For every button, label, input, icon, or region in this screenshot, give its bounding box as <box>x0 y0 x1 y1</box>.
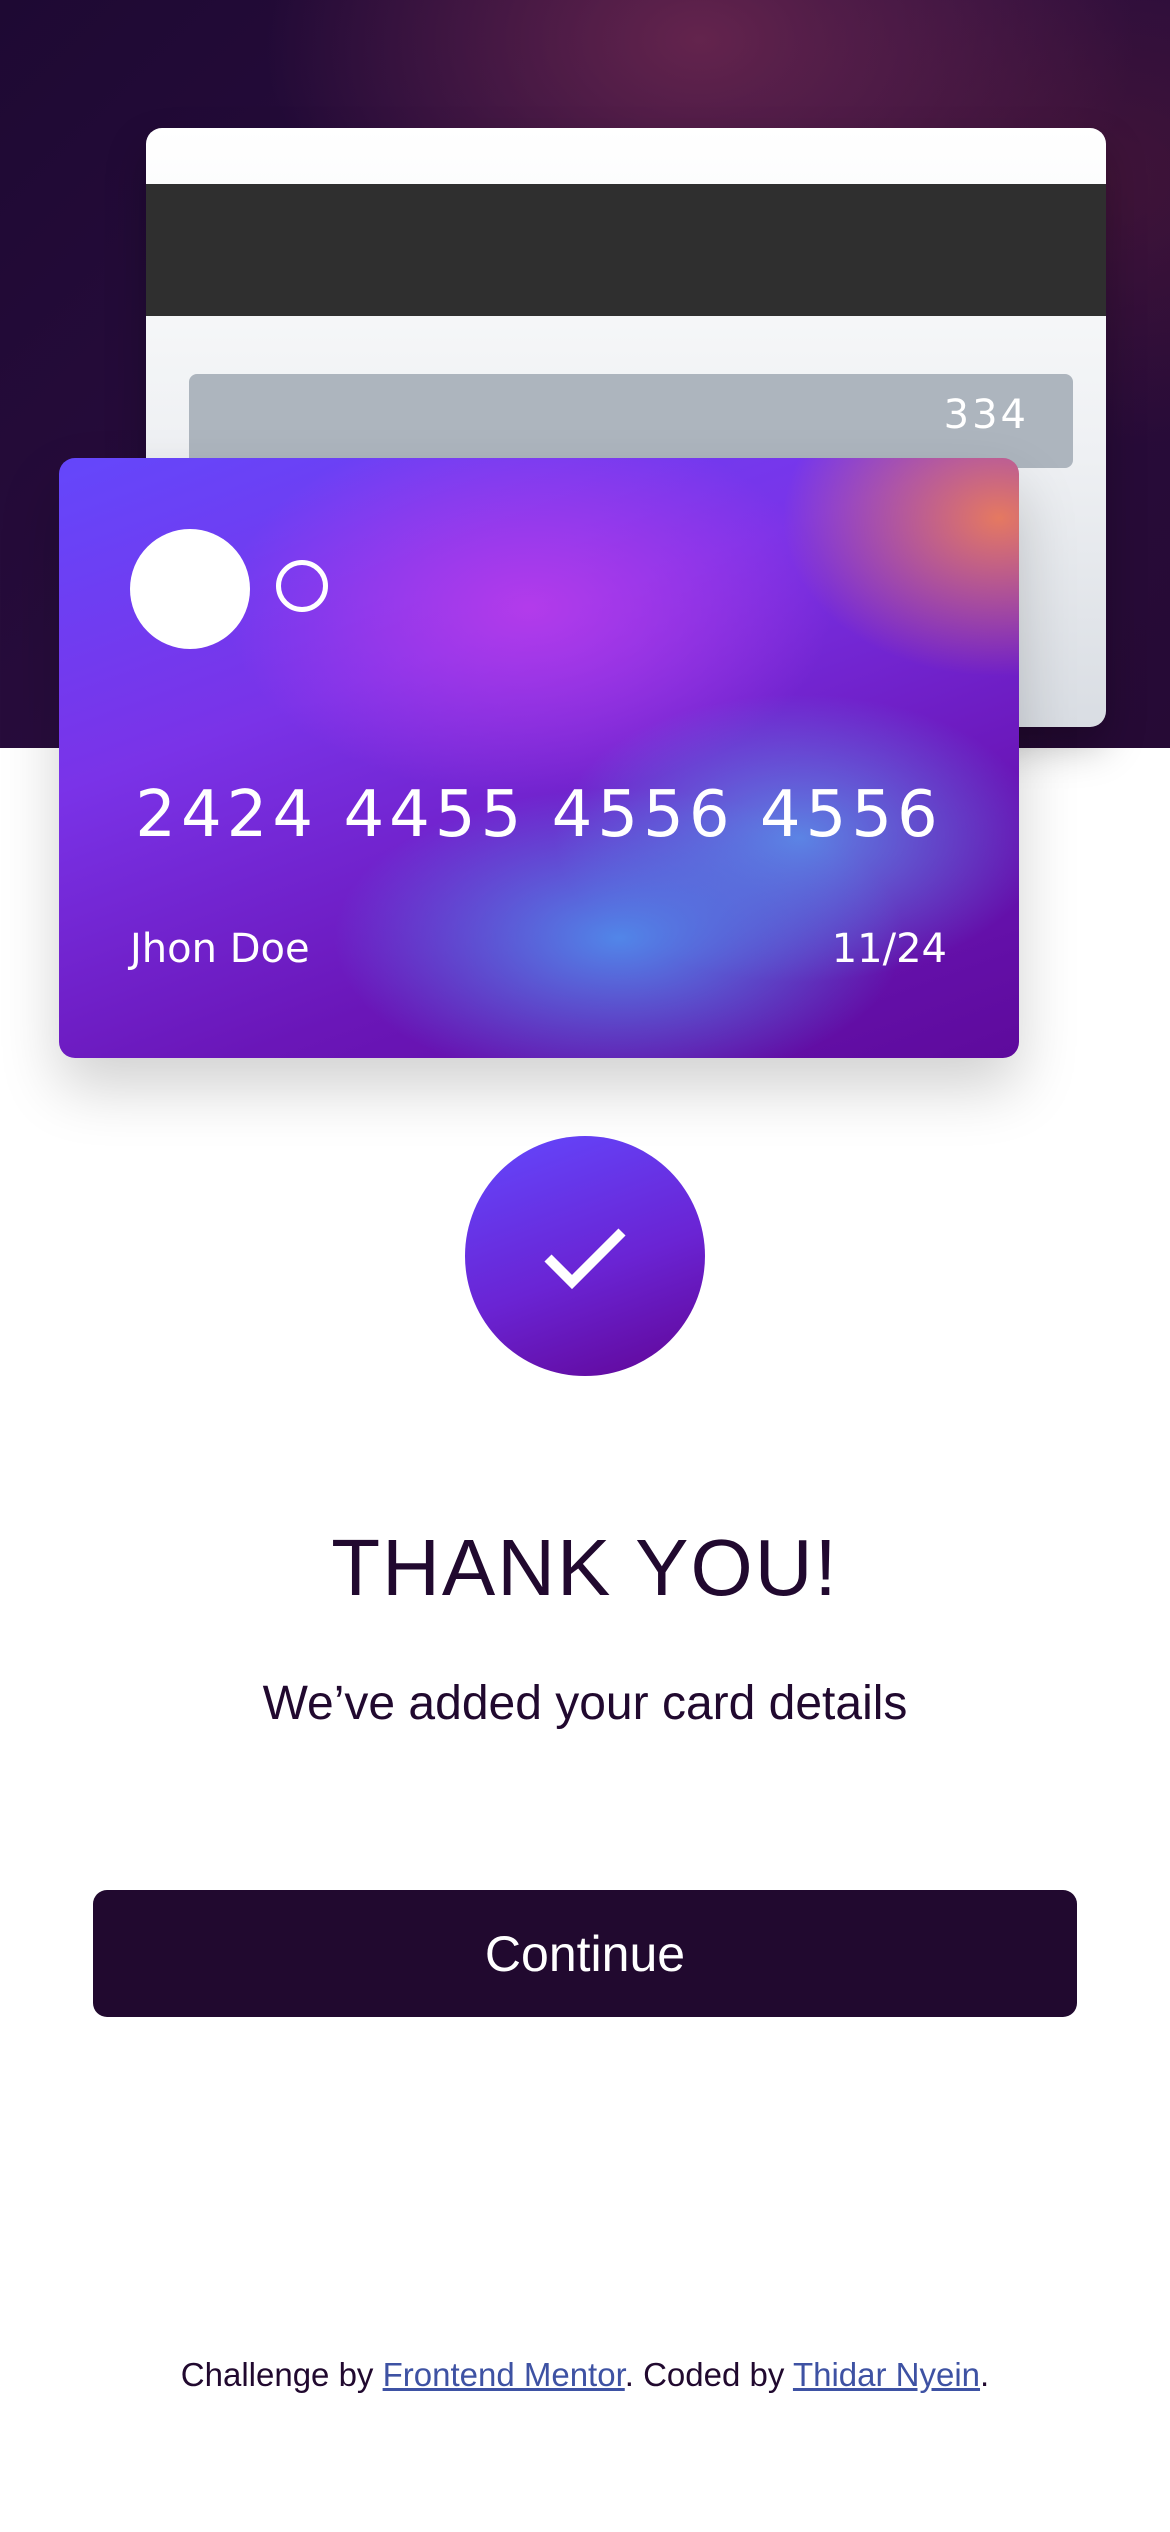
attribution-suffix: . <box>980 2356 990 2393</box>
card-logo-outline-circle <box>276 560 328 612</box>
card-logo-filled-circle <box>130 529 250 649</box>
attribution-footer: Challenge by Frontend Mentor. Coded by T… <box>0 2356 1170 2394</box>
attribution-prefix: Challenge by <box>180 2356 383 2393</box>
card-front: 2424 4455 4556 4556 Jhon Doe 11/24 <box>59 458 1019 1058</box>
check-icon <box>544 1228 626 1290</box>
thank-you-title: THANK YOU! <box>331 1523 839 1612</box>
card-cvc: 334 <box>943 392 1029 438</box>
attribution-middle: . Coded by <box>624 2356 793 2393</box>
card-expiry-date: 11/24 <box>831 926 947 972</box>
card-holder-name: Jhon Doe <box>130 926 310 972</box>
success-message: We’ve added your card details <box>262 1677 908 1730</box>
frontend-mentor-link[interactable]: Frontend Mentor <box>383 2356 625 2393</box>
continue-button[interactable]: Continue <box>93 1890 1077 2017</box>
author-link[interactable]: Thidar Nyein <box>793 2356 980 2393</box>
cvc-strip: 334 <box>189 374 1073 468</box>
magnetic-stripe <box>146 184 1106 316</box>
card-number: 2424 4455 4556 4556 <box>135 778 943 852</box>
success-check-badge <box>465 1136 705 1376</box>
